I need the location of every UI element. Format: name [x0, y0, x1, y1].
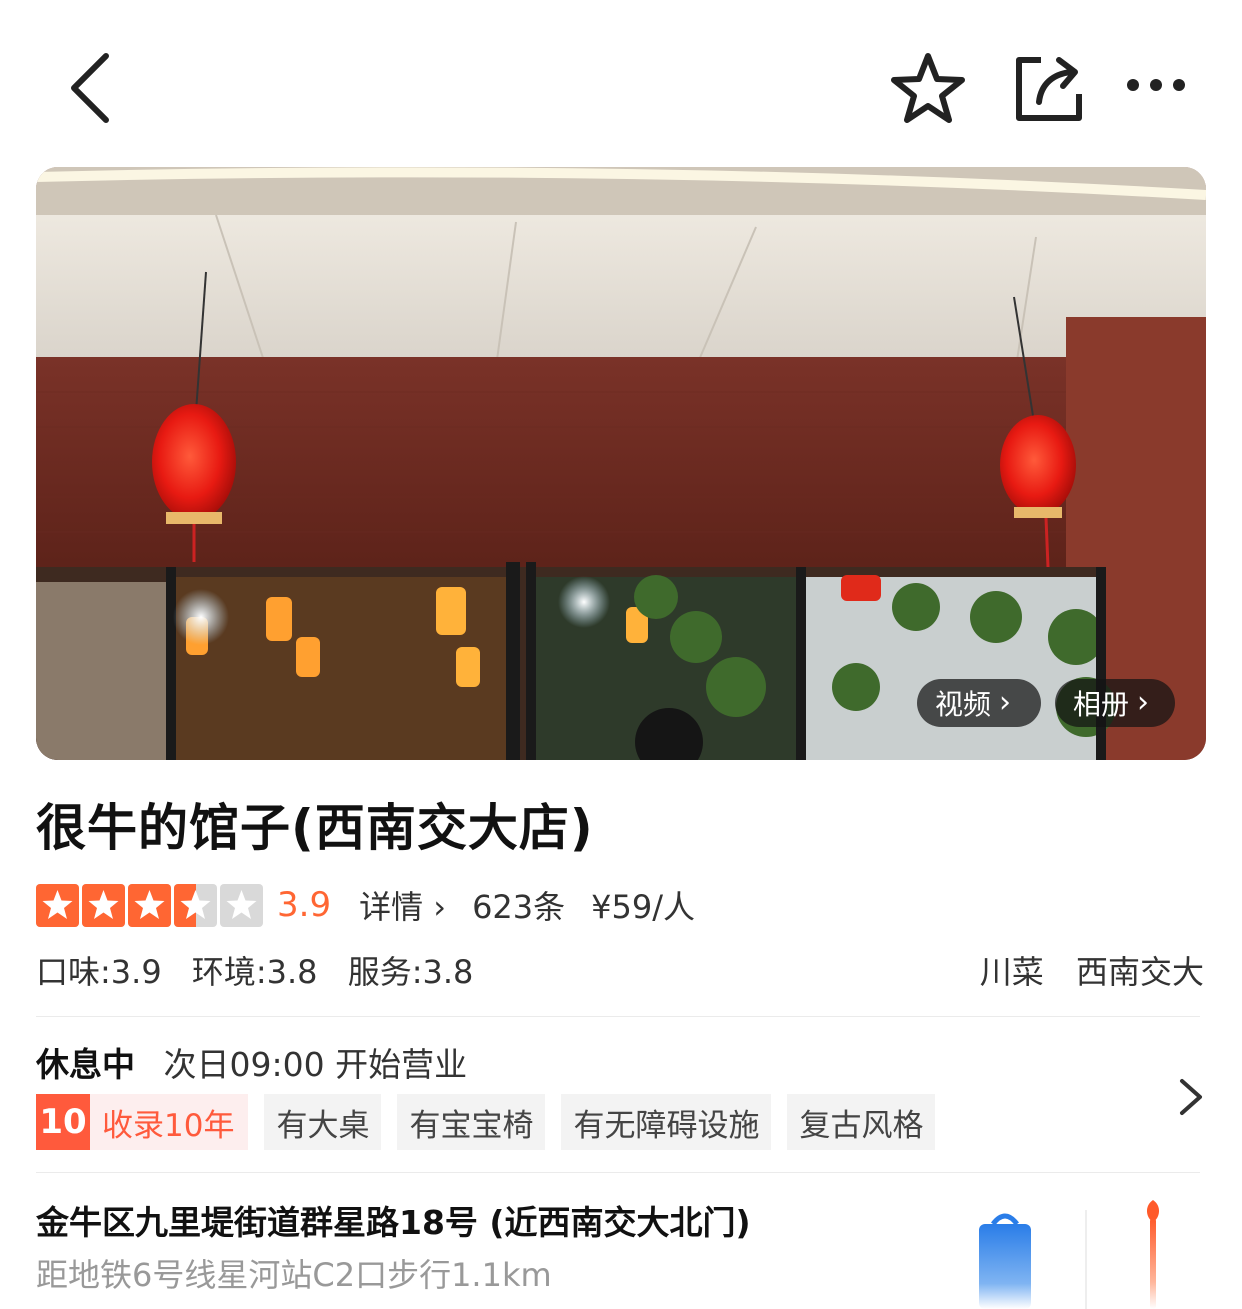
top-bar [0, 0, 1242, 160]
takeout-bag-icon[interactable] [975, 1206, 1035, 1309]
chevron-right-icon[interactable] [1172, 1075, 1208, 1119]
video-button[interactable]: 视频 › [917, 679, 1041, 727]
service-score: 服务:3.8 [347, 953, 474, 991]
hero-photo[interactable]: 视频 › 相册 › [36, 167, 1206, 760]
business-status[interactable]: 休息中 次日09:00 开始营业 [36, 1038, 467, 1086]
metro-distance: 距地铁6号线星河站C2口步行1.1km [36, 1256, 552, 1294]
divider [36, 1016, 1200, 1017]
rating-row: 3.9 详情 › 623条 ¥59/人 [36, 880, 695, 930]
feature-chips: 10 收录10年 有大桌 有宝宝椅 有无障碍设施 复古风格 [36, 1094, 936, 1150]
album-label: 相册 [1073, 688, 1130, 721]
sub-scores: 口味:3.9 环境:3.8 服务:3.8 [36, 947, 493, 993]
chevron-left-icon [71, 52, 109, 123]
rating-star [82, 883, 125, 927]
status-state: 休息中 [36, 1045, 135, 1084]
more-horizontal-icon [1126, 79, 1185, 91]
review-count[interactable]: 623条 [472, 882, 565, 928]
score: 3.9 [277, 885, 332, 925]
rating-star [220, 883, 263, 927]
more-button[interactable] [1118, 60, 1193, 110]
chevron-right-icon: › [1137, 685, 1150, 720]
listed-years-chip: 10 收录10年 [36, 1094, 249, 1150]
details-label: 详情 [359, 888, 424, 926]
share-icon [1016, 57, 1082, 121]
divider [36, 1172, 1200, 1173]
album-button[interactable]: 相册 › [1055, 679, 1175, 727]
years-label: 收录10年 [102, 1107, 235, 1144]
rating-star [174, 883, 217, 927]
environment-score: 环境:3.8 [191, 953, 318, 991]
details-link[interactable]: 详情 › [359, 882, 446, 928]
chip-baby-chair: 有宝宝椅 [397, 1094, 546, 1150]
chip-big-table: 有大桌 [264, 1094, 382, 1150]
category-tags: 川菜 西南交大 [958, 947, 1204, 993]
chip-retro-style: 复古风格 [787, 1094, 936, 1150]
video-label: 视频 [935, 688, 992, 721]
favorite-button[interactable] [885, 48, 970, 128]
chip-accessible: 有无障碍设施 [561, 1094, 772, 1150]
back-button[interactable] [50, 45, 130, 130]
rating-star [36, 883, 79, 927]
vertical-divider [1085, 1210, 1087, 1309]
category-area[interactable]: 西南交大 [1076, 953, 1204, 991]
taste-score: 口味:3.9 [36, 953, 162, 991]
restaurant-photo [36, 167, 1206, 760]
price-per-person: ¥59/人 [591, 888, 696, 926]
shop-name: 很牛的馆子(西南交大店) [36, 799, 594, 857]
star-outline-icon [890, 53, 965, 123]
years-badge: 10 [36, 1094, 90, 1150]
chevron-right-icon: › [999, 685, 1012, 720]
share-button[interactable] [1008, 48, 1088, 128]
category-cuisine[interactable]: 川菜 [980, 953, 1044, 991]
rating-star [128, 883, 171, 927]
next-open-time: 次日09:00 开始营业 [163, 1045, 468, 1084]
chevron-right-icon: › [433, 888, 447, 926]
shop-address[interactable]: 金牛区九里堤街道群星路18号 (近西南交大北门) [36, 1196, 751, 1244]
star-rating [36, 883, 263, 927]
navigation-icon[interactable] [1138, 1196, 1168, 1309]
